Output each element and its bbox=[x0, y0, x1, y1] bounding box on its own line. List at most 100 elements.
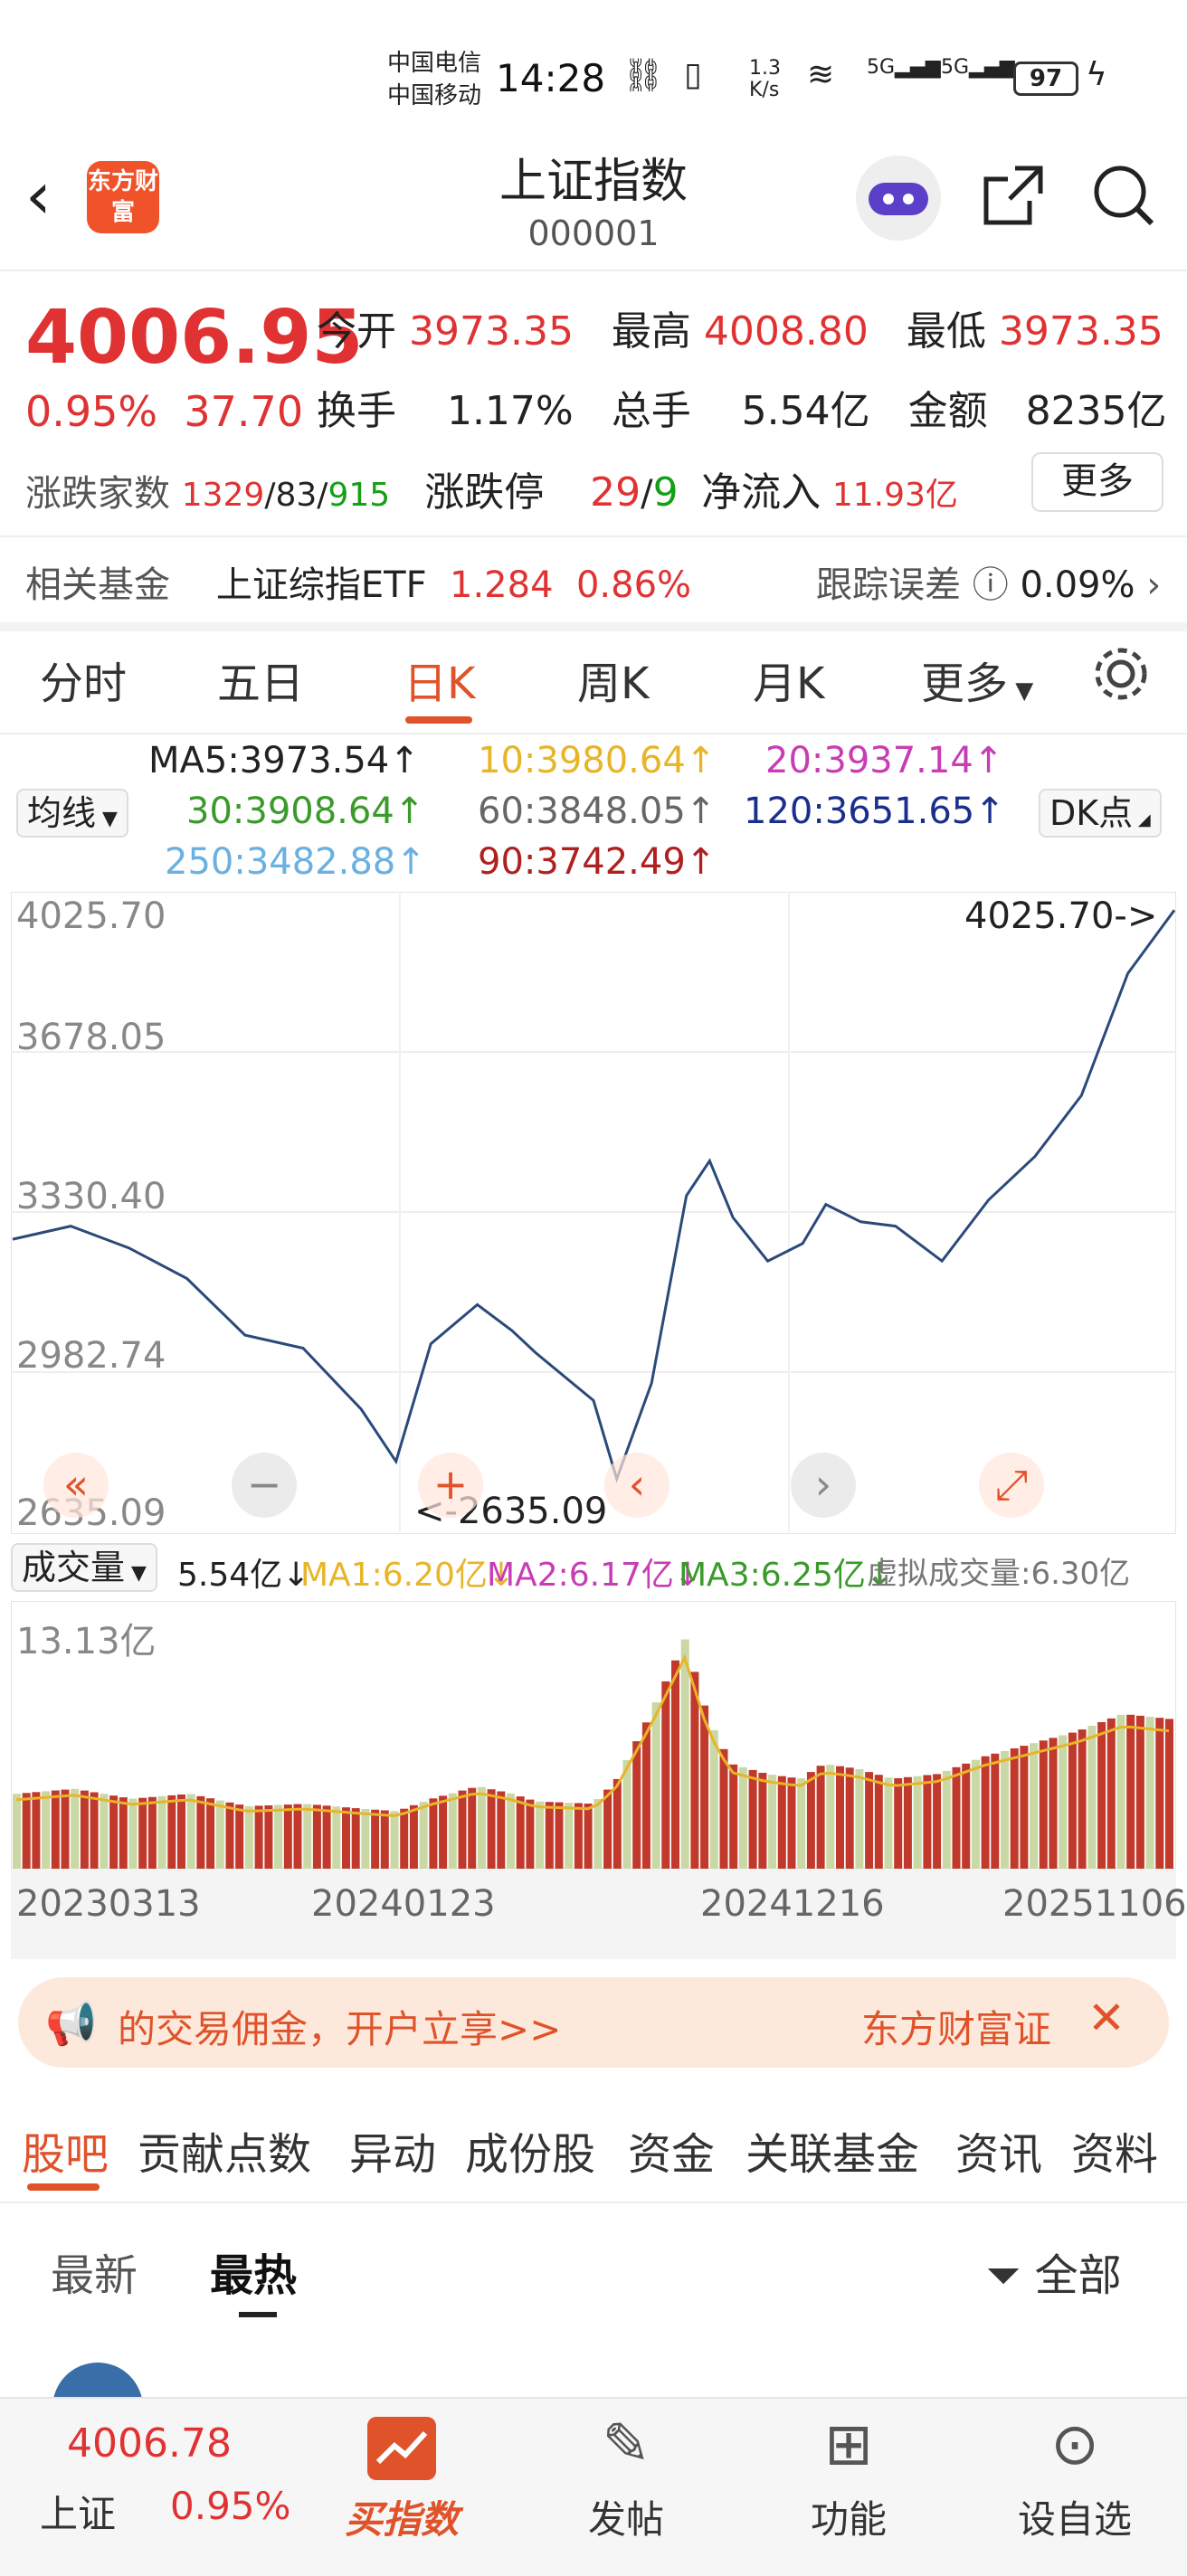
volume-bar bbox=[622, 1760, 631, 1869]
volume-bar bbox=[651, 1702, 660, 1869]
volume-bar bbox=[1049, 1738, 1058, 1869]
y-tick: 3330.40 bbox=[16, 1176, 166, 1217]
zoom-out-button[interactable]: − bbox=[232, 1453, 297, 1518]
volume-bar bbox=[1087, 1726, 1097, 1869]
scroll-right-button[interactable]: › bbox=[791, 1453, 856, 1518]
carrier-label: 中国电信 中国移动 bbox=[387, 50, 482, 109]
ma5-value: MA5:3973.54↑ bbox=[148, 740, 420, 781]
ma30-value: 30:3908.64↑ bbox=[186, 791, 425, 832]
volume-bar bbox=[138, 1797, 147, 1869]
sort-hot[interactable]: 最热 bbox=[210, 2240, 297, 2303]
ma10-value: 10:3980.64↑ bbox=[478, 740, 717, 781]
volume-bar bbox=[244, 1805, 253, 1869]
volume-bar bbox=[1010, 1748, 1019, 1869]
volume-bar bbox=[206, 1798, 215, 1869]
volume-bar bbox=[196, 1795, 205, 1869]
volume-bar bbox=[816, 1766, 825, 1869]
volume-bar bbox=[777, 1776, 786, 1869]
volume-bar bbox=[836, 1766, 844, 1869]
buy-index-button[interactable]: 买指数 bbox=[320, 2489, 483, 2544]
tab-monthly-k[interactable]: 月K bbox=[753, 648, 824, 711]
function-button[interactable]: 功能 bbox=[767, 2489, 930, 2544]
vibrate-icon: ▯ bbox=[684, 56, 702, 93]
scroll-start-button[interactable]: « bbox=[43, 1453, 109, 1518]
banner-brand: 东方财富证 bbox=[861, 2007, 1052, 2051]
divider bbox=[0, 270, 1187, 271]
dk-point-button[interactable]: DK点 ◢ bbox=[1039, 789, 1162, 838]
volume-bar bbox=[1068, 1732, 1077, 1869]
volume-bar bbox=[1078, 1729, 1087, 1869]
share-icon[interactable] bbox=[979, 161, 1048, 233]
divider bbox=[0, 733, 1187, 734]
volume-bar bbox=[1039, 1740, 1048, 1869]
volume-indicator-select[interactable]: 成交量 ▼ bbox=[11, 1543, 157, 1592]
volume-bar bbox=[380, 1810, 389, 1869]
volume-bar bbox=[322, 1805, 331, 1869]
volume-bar bbox=[962, 1763, 971, 1869]
indicator-select[interactable]: 均线 ▼ bbox=[16, 789, 128, 838]
settings-gear-icon[interactable] bbox=[1091, 644, 1151, 707]
related-fund-row[interactable]: 相关基金 上证综指ETF 0.86%1.284 0.86% bbox=[25, 555, 691, 608]
volume-chart[interactable] bbox=[11, 1601, 1176, 1869]
tab-contribution[interactable]: 贡献点数 bbox=[138, 2118, 311, 2182]
vol-ma2: MA2:6.17亿↓ bbox=[487, 1557, 702, 1594]
kline-chart[interactable] bbox=[11, 892, 1176, 1534]
tab-funds[interactable]: 资金 bbox=[628, 2118, 715, 2182]
volume-bar bbox=[797, 1778, 806, 1869]
volume-bar bbox=[855, 1769, 864, 1869]
robot-assistant-icon[interactable] bbox=[856, 156, 941, 241]
add-watchlist-button[interactable]: 设自选 bbox=[993, 2489, 1156, 2544]
volume-bar bbox=[439, 1795, 448, 1869]
sort-latest[interactable]: 最新 bbox=[51, 2240, 138, 2303]
tab-guba[interactable]: 股吧 bbox=[22, 2118, 109, 2182]
volume-bar bbox=[147, 1796, 157, 1869]
help-icon[interactable]: ⓘ bbox=[973, 564, 1009, 606]
buy-index-icon[interactable] bbox=[367, 2417, 436, 2480]
zoom-in-button[interactable]: + bbox=[418, 1453, 483, 1518]
volume-bar bbox=[536, 1801, 545, 1869]
volume-bar bbox=[225, 1802, 234, 1869]
volume-bar bbox=[981, 1756, 990, 1869]
volume-bar bbox=[477, 1786, 486, 1869]
fullscreen-button[interactable]: ⤢ bbox=[979, 1453, 1044, 1518]
tab-profile[interactable]: 资料 bbox=[1071, 2118, 1158, 2182]
volume-bar bbox=[157, 1795, 166, 1869]
tab-daily-k[interactable]: 日K bbox=[404, 648, 475, 711]
filter-all[interactable]: ⏷ 全部 bbox=[986, 2240, 1122, 2303]
volume-bar bbox=[1097, 1722, 1106, 1869]
battery-icon: 97 bbox=[1013, 62, 1078, 96]
tab-related-funds[interactable]: 关联基金 bbox=[745, 2118, 919, 2182]
tab-components[interactable]: 成份股 bbox=[465, 2118, 595, 2182]
volume-bar bbox=[787, 1777, 796, 1869]
tab-minute[interactable]: 分时 bbox=[40, 648, 127, 711]
close-icon[interactable]: ✕ bbox=[1087, 1992, 1125, 2044]
volume-row: 换手 1.17% 总手 5.54亿 金额 8235亿 bbox=[317, 388, 1167, 434]
x-tick: 20251106 bbox=[1002, 1883, 1187, 1925]
content-tab-indicator bbox=[27, 2183, 100, 2191]
volume-bar bbox=[312, 1804, 321, 1869]
tab-more[interactable]: 更多 ▼ bbox=[921, 648, 1033, 711]
search-icon[interactable] bbox=[1089, 161, 1158, 233]
max-marker: 4025.70-> bbox=[964, 895, 1158, 937]
scroll-left-button[interactable]: ‹ bbox=[604, 1453, 669, 1518]
volume-bar bbox=[700, 1705, 709, 1869]
divider bbox=[0, 2202, 1187, 2203]
tab-five-day[interactable]: 五日 bbox=[217, 648, 304, 711]
function-grid-icon[interactable]: ⊞ bbox=[767, 2411, 930, 2478]
promo-banner[interactable]: 📢 的交易佣金，开户立享>> 东方财富证 ✕ bbox=[18, 1977, 1169, 2068]
volume-bar bbox=[894, 1778, 903, 1869]
ma90-value: 90:3742.49↑ bbox=[478, 841, 717, 883]
more-button[interactable]: 更多 bbox=[1031, 452, 1163, 512]
post-button[interactable]: 发帖 bbox=[545, 2489, 707, 2544]
x-tick: 20230313 bbox=[16, 1883, 201, 1925]
volume-bar bbox=[371, 1809, 380, 1869]
volume-bar bbox=[71, 1788, 80, 1869]
volume-bar bbox=[1116, 1714, 1125, 1869]
post-icon[interactable]: ✎ bbox=[545, 2411, 707, 2478]
tab-movement[interactable]: 异动 bbox=[349, 2118, 436, 2182]
more-dots-icon[interactable]: ⊙ bbox=[993, 2411, 1156, 2478]
tab-news[interactable]: 资讯 bbox=[955, 2118, 1042, 2182]
tracking-error[interactable]: 跟踪误差 ⓘ 0.09% › bbox=[816, 555, 1161, 608]
volume-bar bbox=[361, 1809, 370, 1869]
tab-weekly-k[interactable]: 周K bbox=[577, 648, 649, 711]
